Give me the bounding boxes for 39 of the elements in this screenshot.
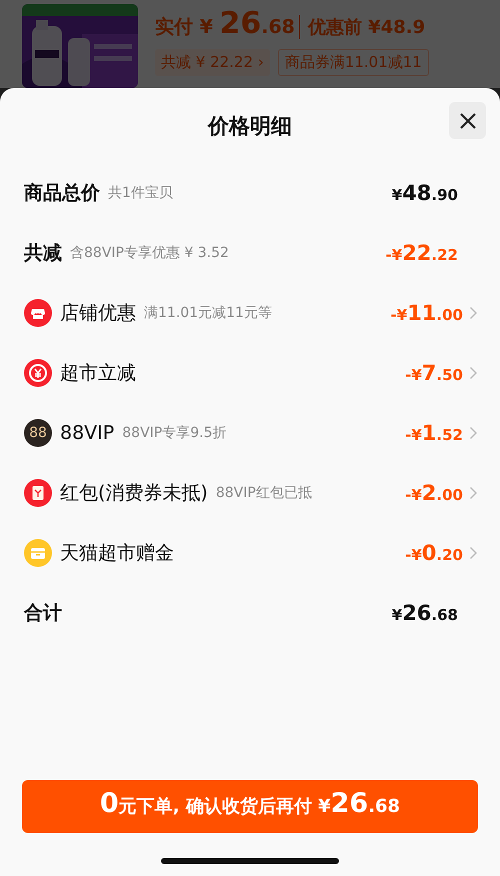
store-icon: [24, 299, 52, 327]
card-icon: [24, 539, 52, 567]
amount: -¥2.00: [405, 481, 463, 505]
amount: -¥7.50: [405, 361, 463, 385]
vip-icon: 88: [24, 419, 52, 447]
row-note: 88VIP红包已抵: [216, 484, 312, 502]
original-price: 优惠前 ¥48.9: [298, 15, 426, 39]
chevron-icon: [469, 546, 478, 560]
paid-price: 实付 ¥ 26.68: [155, 6, 295, 41]
chevron-icon: [469, 306, 478, 320]
close-button[interactable]: [449, 102, 486, 139]
row-note: 88VIP专享9.5折: [122, 424, 226, 442]
row-note: 共1件宝贝: [108, 184, 173, 202]
amount: -¥0.20: [405, 541, 463, 565]
row-note: 含88VIP专享优惠 ¥ 3.52: [70, 244, 229, 262]
amount: -¥22.22: [386, 241, 458, 265]
row-label: 商品总价: [24, 181, 100, 206]
chevron-icon: [469, 366, 478, 380]
discount-tag[interactable]: 商品券满11.01减11: [278, 49, 429, 76]
envelope-icon: [24, 479, 52, 507]
row-label: 共减: [24, 241, 62, 266]
amount: ¥26.68: [392, 601, 458, 625]
row-label: 合计: [24, 601, 62, 626]
yen-icon: [24, 359, 52, 387]
row-label: 店铺优惠: [60, 301, 136, 326]
row-label: 超市立减: [60, 361, 136, 386]
amount: -¥1.52: [405, 421, 463, 445]
chevron-icon: [469, 486, 478, 500]
amount: -¥11.00: [390, 301, 463, 325]
row-label: 88VIP: [60, 422, 114, 444]
amount: ¥48.90: [392, 181, 458, 205]
close-icon: [458, 112, 476, 130]
row-label: 天猫超市赠金: [60, 541, 174, 566]
discount-tag[interactable]: 共减 ¥ 22.22 ›: [155, 49, 270, 76]
chevron-icon: [469, 426, 478, 440]
pay-button[interactable]: 0元下单, 确认收货后再付 ¥26.68: [22, 780, 478, 833]
sheet-title: 价格明细: [208, 112, 292, 140]
row-label: 红包(消费券未抵): [60, 481, 208, 506]
row-note: 满11.01元减11元等: [144, 304, 272, 322]
